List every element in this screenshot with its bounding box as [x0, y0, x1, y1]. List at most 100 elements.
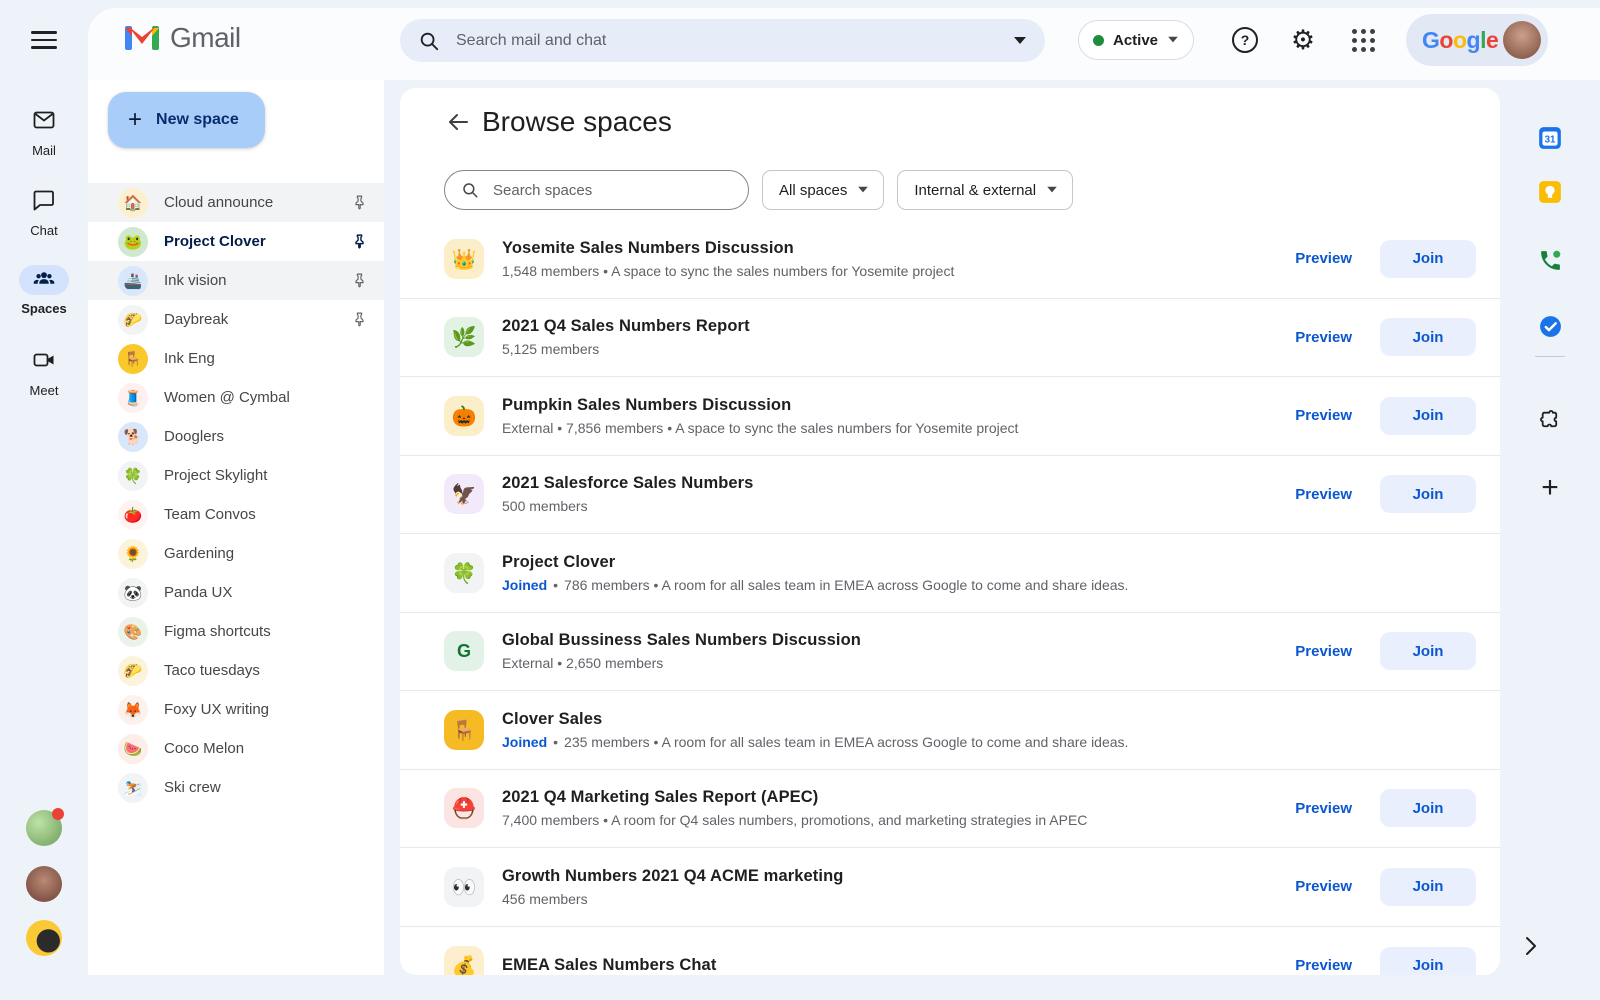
sidebar-space-women-cymbal[interactable]: 🧵Women @ Cymbal: [88, 378, 384, 417]
rail-divider: [1535, 356, 1565, 357]
pin-icon[interactable]: [351, 233, 368, 250]
nav-mail[interactable]: Mail: [0, 108, 88, 158]
space-row-clover-sales[interactable]: 🪑Clover SalesJoined•235 members • A room…: [400, 691, 1500, 770]
sidebar-space-panda-ux[interactable]: 🐼Panda UX: [88, 573, 384, 612]
preview-button[interactable]: Preview: [1277, 321, 1370, 354]
keep-button[interactable]: [1534, 176, 1566, 208]
nav-chat[interactable]: Chat: [0, 188, 88, 238]
preview-button[interactable]: Preview: [1277, 478, 1370, 511]
google-apps-button[interactable]: [1347, 24, 1379, 56]
space-name: Figma shortcuts: [164, 623, 368, 640]
space-avatar: 💰: [444, 946, 484, 975]
space-search-bar[interactable]: [444, 170, 749, 210]
browse-controls: All spaces Internal & external: [444, 170, 1073, 210]
preview-button[interactable]: Preview: [1277, 242, 1370, 275]
status-label: Active: [1113, 32, 1158, 49]
preview-button[interactable]: Preview: [1277, 870, 1370, 903]
global-search-input[interactable]: [454, 31, 1013, 51]
join-button[interactable]: Join: [1380, 397, 1476, 435]
filter-internal-external[interactable]: Internal & external: [897, 170, 1073, 210]
pin-icon[interactable]: [351, 194, 368, 211]
dm-avatar-person[interactable]: [26, 866, 62, 902]
space-row-emea-sales-numbers-chat[interactable]: 💰EMEA Sales Numbers ChatPreviewJoin: [400, 927, 1500, 976]
sidebar-space-foxy-ux-writing[interactable]: 🦊Foxy UX writing: [88, 690, 384, 729]
sidebar-space-coco-melon[interactable]: 🍉Coco Melon: [88, 729, 384, 768]
preview-button[interactable]: Preview: [1277, 399, 1370, 432]
space-info: Yosemite Sales Numbers Discussion1,548 m…: [502, 239, 1277, 279]
join-button[interactable]: Join: [1380, 947, 1476, 975]
join-button[interactable]: Join: [1380, 789, 1476, 827]
tasks-button[interactable]: [1534, 310, 1566, 342]
sidebar-space-gardening[interactable]: 🌻Gardening: [88, 534, 384, 573]
pin-icon[interactable]: [351, 272, 368, 289]
account-pill[interactable]: Google: [1406, 14, 1548, 66]
nav-meet[interactable]: Meet: [0, 348, 88, 398]
chat-icon: [32, 188, 56, 212]
user-avatar[interactable]: [1503, 21, 1541, 59]
nav-spaces[interactable]: Spaces: [0, 265, 88, 316]
space-search-input[interactable]: [491, 181, 732, 200]
space-row-2021-q4-marketing-sales-report-apec[interactable]: ⛑️2021 Q4 Marketing Sales Report (APEC)7…: [400, 770, 1500, 849]
nav-meet-label: Meet: [0, 383, 88, 398]
space-title: Growth Numbers 2021 Q4 ACME marketing: [502, 867, 1277, 886]
expand-panel-button[interactable]: [1512, 928, 1548, 964]
calendar-button[interactable]: 31: [1534, 122, 1566, 154]
preview-button[interactable]: Preview: [1277, 635, 1370, 668]
dm-avatar-yellow-portrait[interactable]: [26, 920, 62, 956]
space-title: Pumpkin Sales Numbers Discussion: [502, 396, 1277, 415]
search-icon: [418, 30, 440, 52]
space-info: 2021 Q4 Marketing Sales Report (APEC)7,4…: [502, 788, 1277, 828]
join-button[interactable]: Join: [1380, 632, 1476, 670]
join-button[interactable]: Join: [1380, 318, 1476, 356]
new-space-label: New space: [156, 111, 239, 129]
sidebar-space-cloud-announce[interactable]: 🏠 Cloud announce: [88, 183, 384, 222]
space-row-2021-q4-sales-numbers-report[interactable]: 🌿2021 Q4 Sales Numbers Report5,125 membe…: [400, 299, 1500, 378]
space-row-growth-numbers-2021-q4-acme-marketing[interactable]: 👀Growth Numbers 2021 Q4 ACME marketing45…: [400, 848, 1500, 927]
new-space-button[interactable]: + New space: [108, 92, 265, 148]
sidebar-space-taco-tuesdays[interactable]: 🌮Taco tuesdays: [88, 651, 384, 690]
preview-button[interactable]: Preview: [1277, 949, 1370, 975]
sidebar-space-figma-shortcuts[interactable]: 🎨Figma shortcuts: [88, 612, 384, 651]
preview-button[interactable]: Preview: [1277, 792, 1370, 825]
space-row-global-bussiness-sales-numbers-discussion[interactable]: GGlobal Bussiness Sales Numbers Discussi…: [400, 613, 1500, 692]
space-emoji-avatar: 🍀: [118, 461, 148, 491]
space-row-yosemite-sales-numbers-discussion[interactable]: 👑Yosemite Sales Numbers Discussion1,548 …: [400, 220, 1500, 299]
voice-button[interactable]: [1534, 244, 1566, 276]
space-row-2021-salesforce-sales-numbers[interactable]: 🦅2021 Salesforce Sales Numbers500 member…: [400, 456, 1500, 535]
sidebar-space-ink-eng[interactable]: 🪑Ink Eng: [88, 339, 384, 378]
join-button[interactable]: Join: [1380, 868, 1476, 906]
get-addons-button[interactable]: +: [1534, 472, 1566, 504]
gmail-logo: Gmail: [124, 22, 241, 54]
keep-icon: [1537, 179, 1563, 205]
filter-all-spaces[interactable]: All spaces: [762, 170, 884, 210]
space-row-project-clover[interactable]: 🍀Project CloverJoined•786 members • A ro…: [400, 534, 1500, 613]
help-button[interactable]: ?: [1229, 24, 1261, 56]
sidebar-space-ski-crew[interactable]: ⛷️Ski crew: [88, 768, 384, 807]
main-menu-icon[interactable]: [28, 26, 60, 54]
help-icon: ?: [1232, 27, 1258, 53]
sidebar-space-team-convos[interactable]: 🍅Team Convos: [88, 495, 384, 534]
sidebar-space-ink-vision[interactable]: 🚢Ink vision: [88, 261, 384, 300]
sidebar-space-project-clover[interactable]: 🐸Project Clover: [88, 222, 384, 261]
space-emoji-avatar: 🏠: [118, 188, 148, 218]
sidebar-space-project-skylight[interactable]: 🍀Project Skylight: [88, 456, 384, 495]
pin-icon[interactable]: [351, 311, 368, 328]
settings-button[interactable]: ⚙: [1287, 24, 1319, 56]
space-name: Taco tuesdays: [164, 662, 368, 679]
space-row-pumpkin-sales-numbers-discussion[interactable]: 🎃Pumpkin Sales Numbers DiscussionExterna…: [400, 377, 1500, 456]
space-info: Global Bussiness Sales Numbers Discussio…: [502, 631, 1277, 671]
search-options-caret-icon[interactable]: [1013, 36, 1027, 46]
addons-button[interactable]: [1534, 404, 1566, 436]
global-search-bar[interactable]: [400, 19, 1045, 62]
dm-avatar-clover-frog[interactable]: [26, 810, 62, 846]
join-button[interactable]: Join: [1380, 475, 1476, 513]
space-name: Cloud announce: [164, 194, 351, 211]
sidebar-space-dooglers[interactable]: 🐕Dooglers: [88, 417, 384, 456]
page-title: Browse spaces: [482, 106, 672, 138]
space-title: Global Bussiness Sales Numbers Discussio…: [502, 631, 1277, 650]
availability-status-selector[interactable]: Active: [1078, 20, 1194, 60]
join-button[interactable]: Join: [1380, 240, 1476, 278]
apps-grid-icon: [1352, 29, 1375, 52]
back-button[interactable]: [442, 106, 474, 138]
sidebar-space-daybreak[interactable]: 🌮Daybreak: [88, 300, 384, 339]
